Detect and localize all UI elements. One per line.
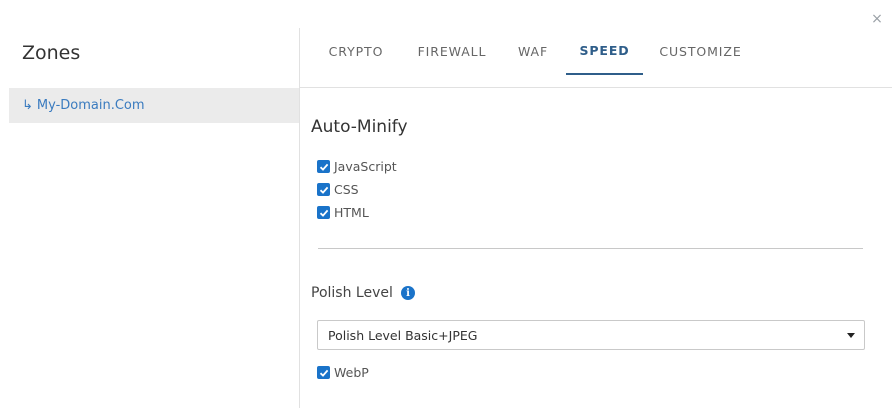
- tab-customize[interactable]: CUSTOMIZE: [653, 28, 748, 75]
- section-divider: [318, 248, 863, 249]
- javascript-checkbox-row[interactable]: JavaScript: [317, 159, 397, 174]
- html-label: HTML: [334, 205, 369, 220]
- dialog: × Zones ↳ My-Domain.Com CRYPTO FIREWALL …: [0, 0, 892, 408]
- tab-bar: CRYPTO FIREWALL WAF SPEED CUSTOMIZE: [300, 28, 892, 88]
- polish-level-select[interactable]: Polish Level Basic+JPEG: [317, 320, 865, 350]
- tab-speed[interactable]: SPEED: [566, 28, 643, 75]
- tab-waf[interactable]: WAF: [511, 28, 555, 75]
- checkmark-icon: [319, 186, 328, 194]
- zones-sidebar: Zones ↳ My-Domain.Com: [0, 0, 300, 408]
- auto-minify-title: Auto-Minify: [311, 117, 408, 137]
- tab-crypto[interactable]: CRYPTO: [322, 28, 390, 75]
- css-checkbox-row[interactable]: CSS: [317, 182, 359, 197]
- subitem-arrow-icon: ↳: [22, 98, 33, 113]
- tab-firewall[interactable]: FIREWALL: [409, 28, 495, 75]
- polish-level-value: Polish Level Basic+JPEG: [328, 327, 478, 343]
- checkmark-icon: [319, 163, 328, 171]
- zone-item-my-domain[interactable]: ↳ My-Domain.Com: [9, 88, 299, 123]
- close-icon[interactable]: ×: [871, 11, 883, 27]
- javascript-checkbox[interactable]: [317, 160, 330, 173]
- css-checkbox[interactable]: [317, 183, 330, 196]
- html-checkbox-row[interactable]: HTML: [317, 205, 369, 220]
- close-button[interactable]: ×: [870, 12, 884, 26]
- webp-checkbox[interactable]: [317, 366, 330, 379]
- caret-down-icon: [847, 333, 855, 338]
- webp-checkbox-row[interactable]: WebP: [317, 365, 369, 380]
- polish-level-title: Polish Level: [311, 285, 393, 301]
- sidebar-title: Zones: [22, 42, 81, 64]
- webp-label: WebP: [334, 365, 369, 380]
- javascript-label: JavaScript: [334, 159, 397, 174]
- checkmark-icon: [319, 369, 328, 377]
- html-checkbox[interactable]: [317, 206, 330, 219]
- css-label: CSS: [334, 182, 359, 197]
- zone-label: My-Domain.Com: [36, 98, 145, 113]
- info-icon[interactable]: i: [401, 286, 415, 300]
- checkmark-icon: [319, 209, 328, 217]
